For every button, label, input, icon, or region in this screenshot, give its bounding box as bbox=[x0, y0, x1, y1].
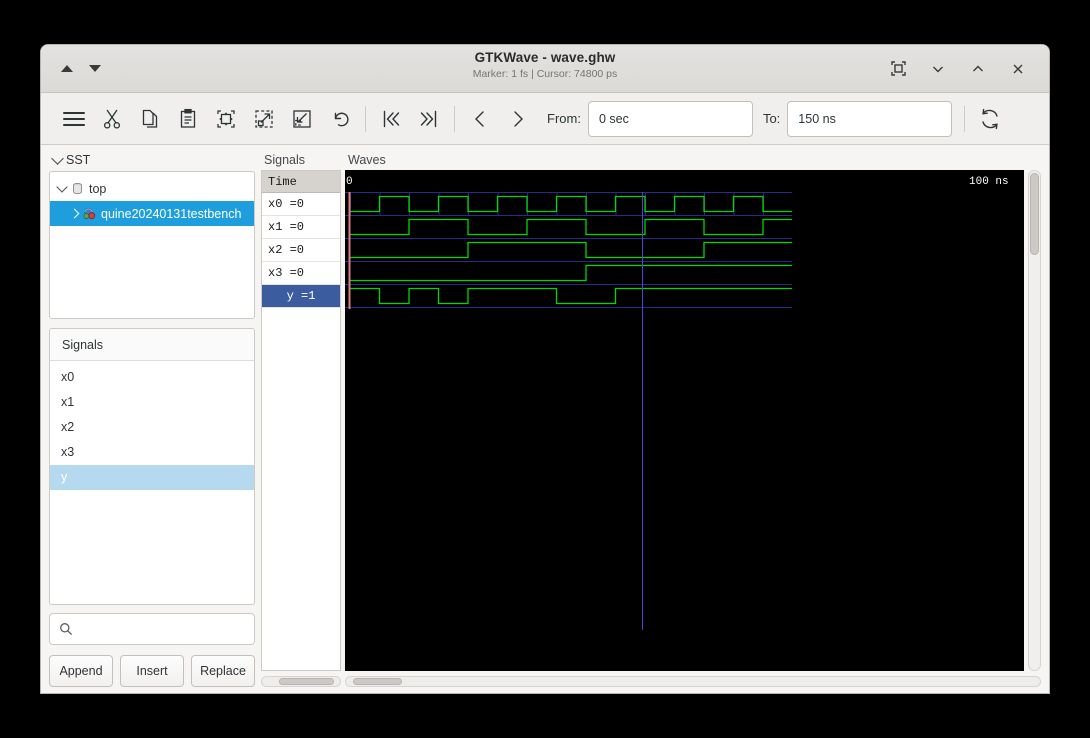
minimize-icon[interactable] bbox=[929, 60, 947, 78]
gtkwave-window: GTKWave - wave.ghw Marker: 1 fs | Cursor… bbox=[40, 44, 1050, 694]
toolbar-separator-3 bbox=[964, 105, 966, 132]
goto-end-icon[interactable] bbox=[410, 100, 448, 138]
from-label: From: bbox=[547, 111, 581, 126]
to-label: To: bbox=[762, 111, 781, 126]
to-input[interactable]: 150 ns bbox=[787, 100, 953, 137]
instance-icon bbox=[83, 207, 96, 220]
wave-names-hscrollbar[interactable] bbox=[261, 676, 341, 687]
svg-text:0: 0 bbox=[346, 176, 353, 188]
list-item-x3[interactable]: x3 bbox=[50, 440, 254, 465]
toolbar-separator-2 bbox=[454, 105, 455, 132]
list-item-x2[interactable]: x2 bbox=[50, 415, 254, 440]
wave-name-x2[interactable]: x2 =0 bbox=[262, 239, 340, 262]
toolbar-separator-1 bbox=[365, 105, 366, 132]
to-value: 150 ns bbox=[798, 111, 836, 126]
window-body: SST top quine20240131testbench Signals x… bbox=[41, 145, 1049, 693]
sst-label: SST bbox=[66, 153, 91, 167]
waves-group-label: Waves bbox=[348, 153, 386, 167]
wave-name-x0[interactable]: x0 =0 bbox=[262, 193, 340, 216]
time-header: Time bbox=[262, 171, 340, 193]
wave-name-x1[interactable]: x1 =0 bbox=[262, 216, 340, 239]
scrollbar-track[interactable] bbox=[261, 676, 341, 687]
tree-item-label: top bbox=[89, 181, 107, 196]
signal-action-buttons: Append Insert Replace bbox=[49, 655, 255, 687]
titlebar-right-buttons bbox=[889, 60, 1049, 78]
from-input[interactable]: 0 sec bbox=[587, 100, 753, 137]
wave-hscrollbar[interactable] bbox=[345, 676, 1041, 687]
menu-icon[interactable] bbox=[55, 100, 93, 138]
chevron-right-icon[interactable] bbox=[69, 208, 80, 219]
next-edge-icon[interactable] bbox=[499, 100, 537, 138]
module-icon bbox=[73, 182, 82, 195]
waves-outer: 0 100 ns bbox=[345, 170, 1041, 671]
wave-name-x3[interactable]: x3 =0 bbox=[262, 262, 340, 285]
from-value: 0 sec bbox=[598, 111, 629, 126]
chevron-down-icon bbox=[51, 152, 64, 165]
tree-item-top[interactable]: top bbox=[50, 176, 254, 201]
search-input[interactable] bbox=[79, 622, 245, 636]
maximize-icon[interactable] bbox=[969, 60, 987, 78]
fullscreen-icon[interactable] bbox=[889, 60, 907, 78]
insert-button[interactable]: Insert bbox=[120, 655, 184, 687]
list-item-y[interactable]: y bbox=[50, 465, 254, 490]
main-toolbar: From: 0 sec To: 150 ns bbox=[41, 93, 1049, 145]
scrollbar-track[interactable] bbox=[345, 676, 1041, 687]
list-item-x1[interactable]: x1 bbox=[50, 390, 254, 415]
reload-icon[interactable] bbox=[971, 100, 1009, 138]
signals-list[interactable]: x0 x1 x2 x3 y bbox=[50, 361, 254, 604]
goto-start-icon[interactable] bbox=[372, 100, 410, 138]
wave-canvas[interactable]: 0 100 ns bbox=[345, 170, 1024, 671]
waves-column: Waves 0 100 ns bbox=[341, 145, 1049, 693]
prev-edge-icon[interactable] bbox=[461, 100, 499, 138]
wave-vscrollbar[interactable] bbox=[1028, 170, 1041, 671]
tree-item-label: quine20240131testbench bbox=[101, 206, 242, 221]
scroll-up-icon[interactable] bbox=[61, 65, 73, 72]
list-item-x0[interactable]: x0 bbox=[50, 365, 254, 390]
wave-names-group-label: Signals bbox=[264, 153, 305, 167]
wave-name-y[interactable]: y =1 bbox=[262, 285, 340, 308]
zoom-in-icon[interactable] bbox=[245, 100, 283, 138]
tree-item-quine-testbench[interactable]: quine20240131testbench bbox=[50, 201, 254, 226]
scrollbar-thumb[interactable] bbox=[279, 678, 334, 685]
search-icon bbox=[60, 623, 73, 636]
append-button[interactable]: Append bbox=[49, 655, 113, 687]
sidebar: SST top quine20240131testbench Signals x… bbox=[41, 145, 255, 693]
search-box[interactable] bbox=[49, 613, 255, 645]
sst-tree[interactable]: top quine20240131testbench bbox=[49, 171, 255, 319]
wave-names-column: Signals Time x0 =0 x1 =0 x2 =0 x3 =0 y =… bbox=[261, 145, 341, 693]
zoom-out-icon[interactable] bbox=[283, 100, 321, 138]
titlebar-left-buttons bbox=[41, 65, 101, 72]
signal-search-panel: Signals x0 x1 x2 x3 y bbox=[49, 328, 255, 605]
cut-icon[interactable] bbox=[93, 100, 131, 138]
svg-text:100 ns: 100 ns bbox=[969, 176, 1009, 188]
replace-button[interactable]: Replace bbox=[191, 655, 255, 687]
title-bar: GTKWave - wave.ghw Marker: 1 fs | Cursor… bbox=[41, 45, 1049, 93]
paste-icon[interactable] bbox=[169, 100, 207, 138]
chevron-down-icon[interactable] bbox=[56, 181, 68, 193]
scrollbar-thumb[interactable] bbox=[1030, 173, 1039, 255]
signals-panel-title: Signals bbox=[50, 329, 254, 361]
waveform-plot: 0 100 ns bbox=[345, 170, 1024, 630]
close-icon[interactable] bbox=[1009, 60, 1027, 78]
wave-names-box[interactable]: Time x0 =0 x1 =0 x2 =0 x3 =0 y =1 bbox=[261, 170, 341, 671]
sst-header[interactable]: SST bbox=[49, 151, 255, 171]
copy-icon[interactable] bbox=[131, 100, 169, 138]
scroll-down-icon[interactable] bbox=[89, 65, 101, 72]
undo-icon[interactable] bbox=[321, 100, 359, 138]
scrollbar-thumb[interactable] bbox=[352, 678, 402, 685]
zoom-fit-icon[interactable] bbox=[207, 100, 245, 138]
